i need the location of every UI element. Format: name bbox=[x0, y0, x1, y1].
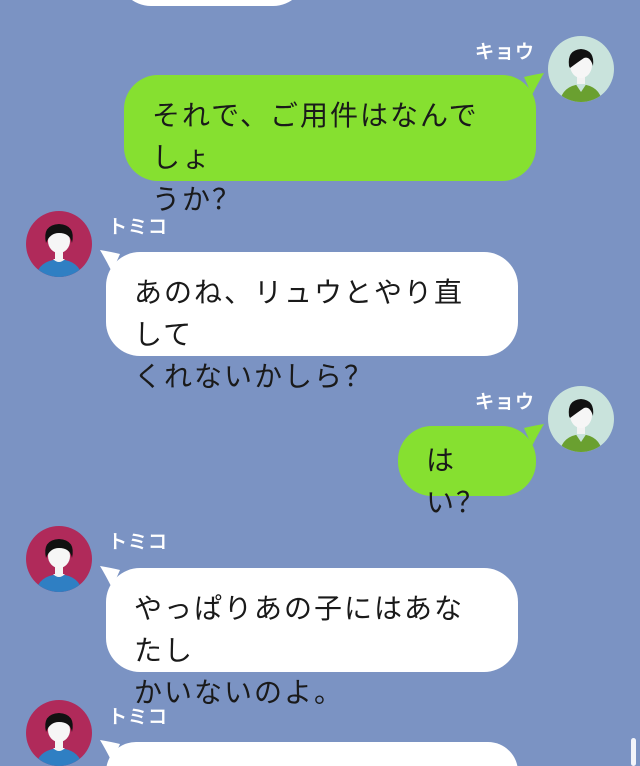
sender-name-kyou: キョウ bbox=[475, 391, 536, 413]
message-text-line: あのね、リュウとやり直して bbox=[134, 276, 465, 351]
sender-name-kyou: キョウ bbox=[475, 41, 536, 63]
message-bubble-incoming-partial[interactable] bbox=[106, 742, 518, 766]
message-bubble-incoming[interactable]: あのね、リュウとやり直して くれないかしら？ bbox=[106, 252, 518, 393]
message-text-line: やっぱりあの子にはあなたし bbox=[134, 592, 465, 667]
message-bubble-outgoing[interactable]: それで、ご用件はなんでしょ うか？ bbox=[124, 75, 536, 216]
tomiko-avatar-icon[interactable] bbox=[26, 211, 92, 277]
sender-name-tomiko: トミコ bbox=[108, 706, 169, 728]
message-text-line: うか？ bbox=[152, 183, 243, 216]
chat-area[interactable]: キョウ それで、ご用件はなんでしょ うか？ トミコ あのね、リュウとやり直して … bbox=[0, 0, 640, 766]
message-bubble-partial-top bbox=[118, 0, 306, 6]
scrollbar[interactable] bbox=[631, 738, 636, 766]
kyou-avatar-icon[interactable] bbox=[548, 36, 614, 102]
message-text-line: くれないかしら？ bbox=[134, 360, 375, 393]
kyou-avatar-icon[interactable] bbox=[548, 386, 614, 452]
message-text-line: それで、ご用件はなんでしょ bbox=[152, 99, 479, 174]
tomiko-avatar-icon[interactable] bbox=[26, 526, 92, 592]
message-text-line: はい？ bbox=[426, 444, 487, 519]
sender-name-tomiko: トミコ bbox=[108, 216, 169, 238]
sender-name-tomiko: トミコ bbox=[108, 531, 169, 553]
message-bubble-incoming[interactable]: やっぱりあの子にはあなたし かいないのよ。 bbox=[106, 568, 518, 709]
message-text-line: かいないのよ。 bbox=[134, 676, 345, 709]
message-bubble-outgoing[interactable]: はい？ bbox=[398, 426, 536, 519]
tomiko-avatar-icon[interactable] bbox=[26, 700, 92, 766]
